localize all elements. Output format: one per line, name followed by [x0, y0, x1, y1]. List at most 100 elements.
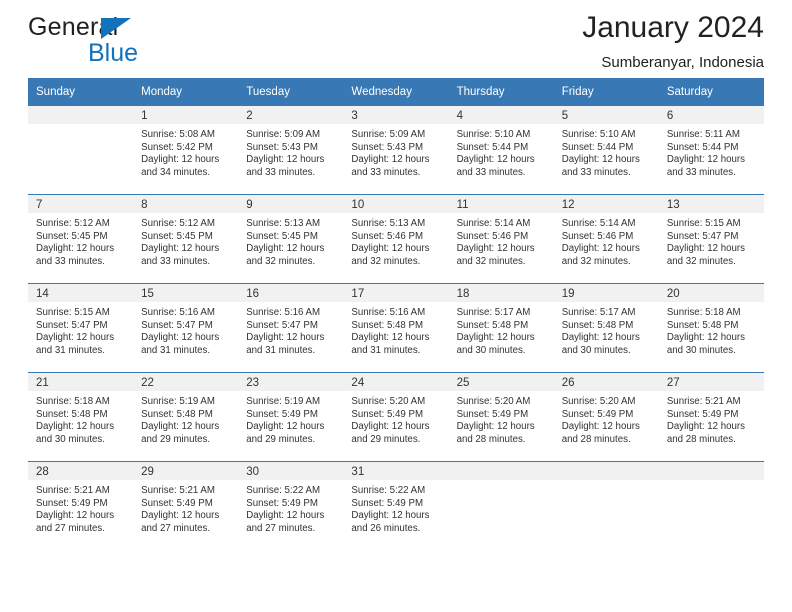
calendar-header-row: Sunday Monday Tuesday Wednesday Thursday Frid…	[28, 78, 764, 106]
calendar-day-cell[interactable]: 13 Sunrise: 5:15 AM Sunset: 5:47 PM Dayligh…	[658, 194, 764, 284]
sunset-time: Sunset: 5:48 PM	[456, 319, 529, 331]
day-number: 6	[658, 106, 764, 124]
calendar-day-cell[interactable]: 14 Sunrise: 5:15 AM Sunset: 5:47 PM Dayligh…	[28, 283, 134, 373]
day-details: Sunrise: 5:19 AM Sunset: 5:49 PM Daylight:…	[238, 391, 343, 446]
day-details: Sunrise: 5:18 AM Sunset: 5:48 PM Daylight:…	[28, 391, 133, 446]
day-details: Sunrise: 5:16 AM Sunset: 5:47 PM Daylight:…	[133, 302, 238, 357]
day-number: 8	[133, 195, 239, 213]
logo-triangle-icon	[101, 18, 131, 39]
calendar-empty-cell	[553, 461, 659, 550]
weekday-header-monday: Monday	[133, 78, 239, 106]
calendar-day-cell[interactable]: 23 Sunrise: 5:19 AM Sunset: 5:49 PM Dayligh…	[238, 372, 344, 462]
day-cell-inner: 24 Sunrise: 5:20 AM Sunset: 5:49 PM Dayligh…	[343, 373, 449, 461]
calendar-day-cell[interactable]: 24 Sunrise: 5:20 AM Sunset: 5:49 PM Dayligh…	[343, 372, 449, 462]
day-cell-inner: 9 Sunrise: 5:13 AM Sunset: 5:45 PM Daylight…	[238, 195, 344, 283]
day-cell-inner: 17 Sunrise: 5:16 AM Sunset: 5:48 PM Dayligh…	[343, 284, 449, 372]
calendar-day-cell[interactable]: 30 Sunrise: 5:22 AM Sunset: 5:49 PM Dayligh…	[238, 461, 344, 550]
day-details: Sunrise: 5:21 AM Sunset: 5:49 PM Daylight:…	[28, 480, 133, 535]
calendar-day-cell[interactable]: 7 Sunrise: 5:12 AM Sunset: 5:45 PM Daylight…	[28, 194, 134, 284]
sunrise-time: Sunrise: 5:16 AM	[246, 307, 321, 318]
daylight-duration-line2: and 33 minutes.	[246, 166, 316, 178]
calendar-day-cell[interactable]: 18 Sunrise: 5:17 AM Sunset: 5:48 PM Dayligh…	[448, 283, 554, 373]
day-number: 12	[553, 195, 659, 213]
sunrise-time: Sunrise: 5:10 AM	[456, 129, 531, 140]
day-number: 22	[133, 373, 239, 391]
day-details: Sunrise: 5:20 AM Sunset: 5:49 PM Daylight:…	[343, 391, 448, 446]
calendar-day-cell[interactable]: 17 Sunrise: 5:16 AM Sunset: 5:48 PM Dayligh…	[343, 283, 449, 373]
calendar-day-cell[interactable]: 20 Sunrise: 5:18 AM Sunset: 5:48 PM Dayligh…	[658, 283, 764, 373]
daylight-duration-line1: Daylight: 12 hours	[36, 332, 115, 344]
calendar-week-row: 28 Sunrise: 5:21 AM Sunset: 5:49 PM Dayligh…	[28, 461, 764, 550]
calendar-day-cell[interactable]: 28 Sunrise: 5:21 AM Sunset: 5:49 PM Dayligh…	[28, 461, 134, 550]
calendar-day-cell[interactable]: 27 Sunrise: 5:21 AM Sunset: 5:49 PM Dayligh…	[658, 372, 764, 462]
daylight-duration-line1: Daylight: 12 hours	[351, 510, 430, 522]
calendar-day-cell[interactable]: 9 Sunrise: 5:13 AM Sunset: 5:45 PM Daylight…	[238, 194, 344, 284]
sunset-time: Sunset: 5:46 PM	[456, 230, 529, 242]
sunrise-time: Sunrise: 5:19 AM	[246, 396, 321, 407]
sunrise-time: Sunrise: 5:17 AM	[561, 307, 636, 318]
daylight-duration-line2: and 26 minutes.	[351, 522, 421, 534]
calendar-day-cell[interactable]: 10 Sunrise: 5:13 AM Sunset: 5:46 PM Dayligh…	[343, 194, 449, 284]
calendar-day-cell[interactable]: 6 Sunrise: 5:11 AM Sunset: 5:44 PM Daylight…	[658, 106, 764, 195]
day-details: Sunrise: 5:21 AM Sunset: 5:49 PM Daylight:…	[133, 480, 238, 535]
day-number: 28	[28, 462, 134, 480]
day-cell-inner: 29 Sunrise: 5:21 AM Sunset: 5:49 PM Dayligh…	[133, 462, 239, 550]
sunset-time: Sunset: 5:49 PM	[246, 408, 318, 420]
day-number: 27	[658, 373, 764, 391]
calendar-day-cell[interactable]: 4 Sunrise: 5:10 AM Sunset: 5:44 PM Daylight…	[448, 106, 554, 195]
day-cell-inner: 8 Sunrise: 5:12 AM Sunset: 5:45 PM Daylight…	[133, 195, 239, 283]
calendar-day-cell[interactable]: 26 Sunrise: 5:20 AM Sunset: 5:49 PM Dayligh…	[553, 372, 659, 462]
daylight-duration-line1: Daylight: 12 hours	[456, 421, 535, 433]
day-number: 1	[133, 106, 239, 124]
day-cell-inner: 11 Sunrise: 5:14 AM Sunset: 5:46 PM Dayligh…	[448, 195, 554, 283]
calendar-day-cell[interactable]: 2 Sunrise: 5:09 AM Sunset: 5:43 PM Daylight…	[238, 106, 344, 195]
day-number: 17	[343, 284, 449, 302]
calendar-day-cell[interactable]: 31 Sunrise: 5:22 AM Sunset: 5:49 PM Dayligh…	[343, 461, 449, 550]
daylight-duration-line2: and 28 minutes.	[561, 433, 631, 445]
calendar-empty-cell	[448, 461, 554, 550]
day-details: Sunrise: 5:17 AM Sunset: 5:48 PM Daylight:…	[554, 302, 659, 357]
day-number	[448, 462, 554, 480]
calendar-day-cell[interactable]: 22 Sunrise: 5:19 AM Sunset: 5:48 PM Dayligh…	[133, 372, 239, 462]
daylight-duration-line2: and 30 minutes.	[456, 344, 526, 356]
sunrise-time: Sunrise: 5:12 AM	[141, 218, 215, 229]
day-number: 10	[343, 195, 449, 213]
calendar-day-cell[interactable]: 1 Sunrise: 5:08 AM Sunset: 5:42 PM Daylight…	[133, 106, 239, 195]
daylight-duration-line2: and 33 minutes.	[36, 255, 105, 267]
day-cell-inner: 25 Sunrise: 5:20 AM Sunset: 5:49 PM Dayligh…	[448, 373, 554, 461]
daylight-duration-line2: and 33 minutes.	[456, 166, 526, 178]
sunrise-sunset-calendar: Sunday Monday Tuesday Wednesday Thursday Frid…	[28, 78, 764, 550]
day-number: 5	[553, 106, 659, 124]
calendar-day-cell[interactable]: 16 Sunrise: 5:16 AM Sunset: 5:47 PM Dayligh…	[238, 283, 344, 373]
calendar-day-cell[interactable]: 15 Sunrise: 5:16 AM Sunset: 5:47 PM Dayligh…	[133, 283, 239, 373]
sunrise-time: Sunrise: 5:12 AM	[36, 218, 110, 229]
calendar-day-cell[interactable]: 29 Sunrise: 5:21 AM Sunset: 5:49 PM Dayligh…	[133, 461, 239, 550]
day-cell-inner	[553, 462, 659, 550]
calendar-week-row: 7 Sunrise: 5:12 AM Sunset: 5:45 PM Daylight…	[28, 194, 764, 284]
sunset-time: Sunset: 5:46 PM	[351, 230, 424, 242]
daylight-duration-line1: Daylight: 12 hours	[36, 510, 115, 522]
calendar-body: 1 Sunrise: 5:08 AM Sunset: 5:42 PM Daylight…	[28, 106, 764, 550]
daylight-duration-line1: Daylight: 12 hours	[141, 510, 220, 522]
day-details: Sunrise: 5:20 AM Sunset: 5:49 PM Daylight:…	[554, 391, 659, 446]
day-number: 11	[448, 195, 554, 213]
calendar-day-cell[interactable]: 5 Sunrise: 5:10 AM Sunset: 5:44 PM Daylight…	[553, 106, 659, 195]
day-number: 13	[658, 195, 764, 213]
day-cell-inner: 7 Sunrise: 5:12 AM Sunset: 5:45 PM Daylight…	[28, 195, 134, 283]
daylight-duration-line1: Daylight: 12 hours	[246, 154, 325, 166]
calendar-day-cell[interactable]: 3 Sunrise: 5:09 AM Sunset: 5:43 PM Daylight…	[343, 106, 449, 195]
day-cell-inner	[448, 462, 554, 550]
sunset-time: Sunset: 5:49 PM	[351, 497, 424, 509]
calendar-day-cell[interactable]: 8 Sunrise: 5:12 AM Sunset: 5:45 PM Daylight…	[133, 194, 239, 284]
calendar-day-cell[interactable]: 21 Sunrise: 5:18 AM Sunset: 5:48 PM Dayligh…	[28, 372, 134, 462]
daylight-duration-line1: Daylight: 12 hours	[666, 332, 745, 344]
calendar-day-cell[interactable]: 11 Sunrise: 5:14 AM Sunset: 5:46 PM Dayligh…	[448, 194, 554, 284]
weekday-header-wednesday: Wednesday	[343, 78, 449, 106]
daylight-duration-line2: and 29 minutes.	[141, 433, 211, 445]
calendar-day-cell[interactable]: 12 Sunrise: 5:14 AM Sunset: 5:46 PM Dayligh…	[553, 194, 659, 284]
calendar-day-cell[interactable]: 25 Sunrise: 5:20 AM Sunset: 5:49 PM Dayligh…	[448, 372, 554, 462]
daylight-duration-line1: Daylight: 12 hours	[561, 243, 640, 255]
calendar-day-cell[interactable]: 19 Sunrise: 5:17 AM Sunset: 5:48 PM Dayligh…	[553, 283, 659, 373]
calendar-week-row: 1 Sunrise: 5:08 AM Sunset: 5:42 PM Daylight…	[28, 106, 764, 195]
daylight-duration-line2: and 31 minutes.	[246, 344, 316, 356]
